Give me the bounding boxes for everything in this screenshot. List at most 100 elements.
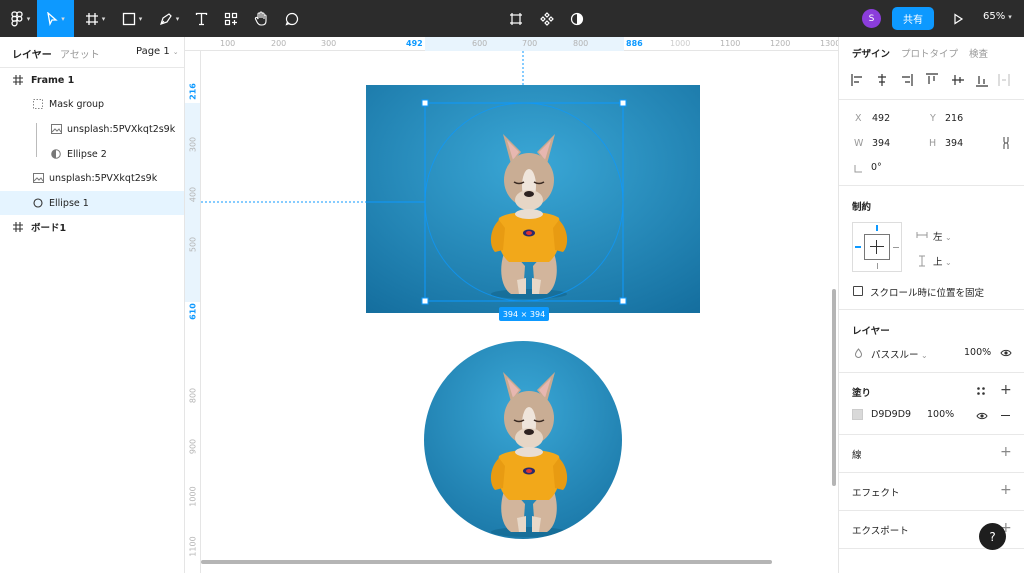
resize-handle[interactable] xyxy=(619,297,627,305)
layer-label: ボード1 xyxy=(31,223,67,234)
hand-tool-button[interactable] xyxy=(250,0,272,37)
user-avatar[interactable]: S xyxy=(862,9,881,28)
resize-handle[interactable] xyxy=(421,99,429,107)
help-button[interactable]: ? xyxy=(979,523,1006,550)
ruler-tick: 1200 xyxy=(770,39,791,48)
resources-icon xyxy=(224,12,238,25)
layer-ellipse-2[interactable]: Ellipse 2 xyxy=(0,142,184,166)
add-stroke-icon[interactable]: + xyxy=(1000,445,1012,459)
component-button[interactable] xyxy=(536,0,558,37)
present-button[interactable] xyxy=(948,0,968,37)
layer-section-title: レイヤー xyxy=(852,326,890,337)
ruler-tick: 1000 xyxy=(670,39,691,48)
comment-icon xyxy=(285,12,299,25)
alignment-toolbar[interactable] xyxy=(851,73,1011,87)
blend-mode-select[interactable]: パススルー ⌄ xyxy=(871,347,928,361)
constraint-widget[interactable] xyxy=(852,222,902,272)
page-selector[interactable]: Page 1 ⌄ xyxy=(136,46,179,57)
rotation-input[interactable]: 0° xyxy=(871,162,882,173)
divider xyxy=(839,309,1024,310)
toolbar: ▾ ▾ ▾ ▾ ▾ S 共有 65% ▾ xyxy=(0,0,1024,37)
layer-label: unsplash:5PVXkqt2s9k xyxy=(67,123,176,135)
resources-button[interactable] xyxy=(220,0,242,37)
pen-tool-button[interactable]: ▾ xyxy=(154,0,184,37)
width-input[interactable]: 394 xyxy=(872,138,890,149)
layer-unsplash-image-masked[interactable]: unsplash:5PVXkqt2s9k xyxy=(0,117,184,141)
fill-color-swatch[interactable] xyxy=(852,409,863,420)
chevron-down-icon: ▾ xyxy=(101,14,106,23)
tab-inspect[interactable]: 検査 xyxy=(969,46,988,60)
horizontal-constraint-select[interactable]: 左 ⌄ xyxy=(933,229,952,243)
cursor-icon xyxy=(47,11,58,26)
mask-group-icon xyxy=(32,98,44,110)
tab-design[interactable]: デザイン xyxy=(852,46,890,60)
image-icon xyxy=(50,123,62,135)
image-icon xyxy=(32,172,44,184)
h-label: H xyxy=(929,138,937,149)
ruler-tick: 1000 xyxy=(188,486,198,507)
vertical-constraint-value: 上 xyxy=(933,257,943,268)
text-tool-icon xyxy=(195,12,207,25)
fix-position-checkbox[interactable] xyxy=(853,286,863,296)
fill-opacity-input[interactable]: 100% xyxy=(927,409,954,420)
layer-opacity-input[interactable]: 100% xyxy=(964,347,991,358)
style-grid-icon[interactable] xyxy=(976,386,986,396)
x-input[interactable]: 492 xyxy=(872,113,890,124)
ruler-tick: 800 xyxy=(188,387,198,404)
mask-group-image[interactable] xyxy=(421,338,625,542)
frame-tool-icon xyxy=(85,12,98,25)
resize-handle[interactable] xyxy=(421,297,429,305)
chevron-down-icon: ▾ xyxy=(138,14,143,23)
crop-button[interactable] xyxy=(505,0,527,37)
ruler-tick: 700 xyxy=(522,39,538,48)
text-tool-button[interactable] xyxy=(190,0,212,37)
ruler-tick-selection-start: 492 xyxy=(406,39,423,48)
layer-frame-1[interactable]: Frame 1 xyxy=(0,68,184,92)
vertical-constraint-select[interactable]: 上 ⌄ xyxy=(933,254,952,268)
fill-hex-input[interactable]: D9D9D9 xyxy=(871,409,911,420)
layer-label: Mask group xyxy=(49,98,105,110)
tab-layers[interactable]: レイヤー xyxy=(12,46,52,61)
divider xyxy=(839,372,1024,373)
export-section-title: エクスポート xyxy=(852,526,909,537)
share-button[interactable]: 共有 xyxy=(892,7,934,30)
horizontal-scrollbar[interactable] xyxy=(201,560,772,564)
layer-mask-group[interactable]: Mask group xyxy=(0,92,184,116)
blend-mode-icon xyxy=(854,348,863,358)
resize-handle[interactable] xyxy=(619,99,627,107)
remove-fill-icon[interactable] xyxy=(1001,415,1010,416)
layer-board-1[interactable]: ボード1 xyxy=(0,215,184,239)
eye-icon[interactable] xyxy=(976,412,988,420)
y-input[interactable]: 216 xyxy=(945,113,963,124)
tab-prototype[interactable]: プロトタイプ xyxy=(901,46,958,60)
zoom-menu[interactable]: 65% ▾ xyxy=(983,11,1012,22)
ruler-tick: 200 xyxy=(271,39,287,48)
comment-tool-button[interactable] xyxy=(281,0,303,37)
chevron-down-icon: ⌄ xyxy=(918,351,928,360)
constraints-title: 制約 xyxy=(852,202,872,213)
tab-assets[interactable]: アセット xyxy=(60,46,100,61)
divider xyxy=(839,472,1024,473)
shape-tool-button[interactable]: ▾ xyxy=(117,0,147,37)
w-label: W xyxy=(854,138,864,149)
theme-toggle-button[interactable] xyxy=(566,0,588,37)
chevron-down-icon: ▾ xyxy=(61,14,65,23)
layer-ellipse-1[interactable]: Ellipse 1 xyxy=(0,191,184,215)
add-fill-icon[interactable]: + xyxy=(1000,383,1012,397)
layer-unsplash-image[interactable]: unsplash:5PVXkqt2s9k xyxy=(0,166,184,190)
main-menu-button[interactable]: ▾ xyxy=(4,0,36,37)
move-tool-button[interactable]: ▾ xyxy=(37,0,74,37)
canvas[interactable]: 394 × 394 xyxy=(201,51,838,573)
constrain-proportions-icon[interactable] xyxy=(1002,136,1010,150)
blend-mode-value: パススルー xyxy=(871,350,919,361)
add-effect-icon[interactable]: + xyxy=(1000,483,1012,497)
divider xyxy=(839,510,1024,511)
frame-tool-button[interactable]: ▾ xyxy=(80,0,110,37)
eye-icon[interactable] xyxy=(1000,349,1012,357)
y-label: Y xyxy=(930,113,936,124)
vertical-scrollbar[interactable] xyxy=(832,289,836,486)
vertical-ruler: 216 300 400 500 610 800 900 1000 1100 xyxy=(185,51,201,573)
page-name: Page 1 xyxy=(136,46,170,57)
frame-icon xyxy=(12,74,24,86)
height-input[interactable]: 394 xyxy=(945,138,963,149)
